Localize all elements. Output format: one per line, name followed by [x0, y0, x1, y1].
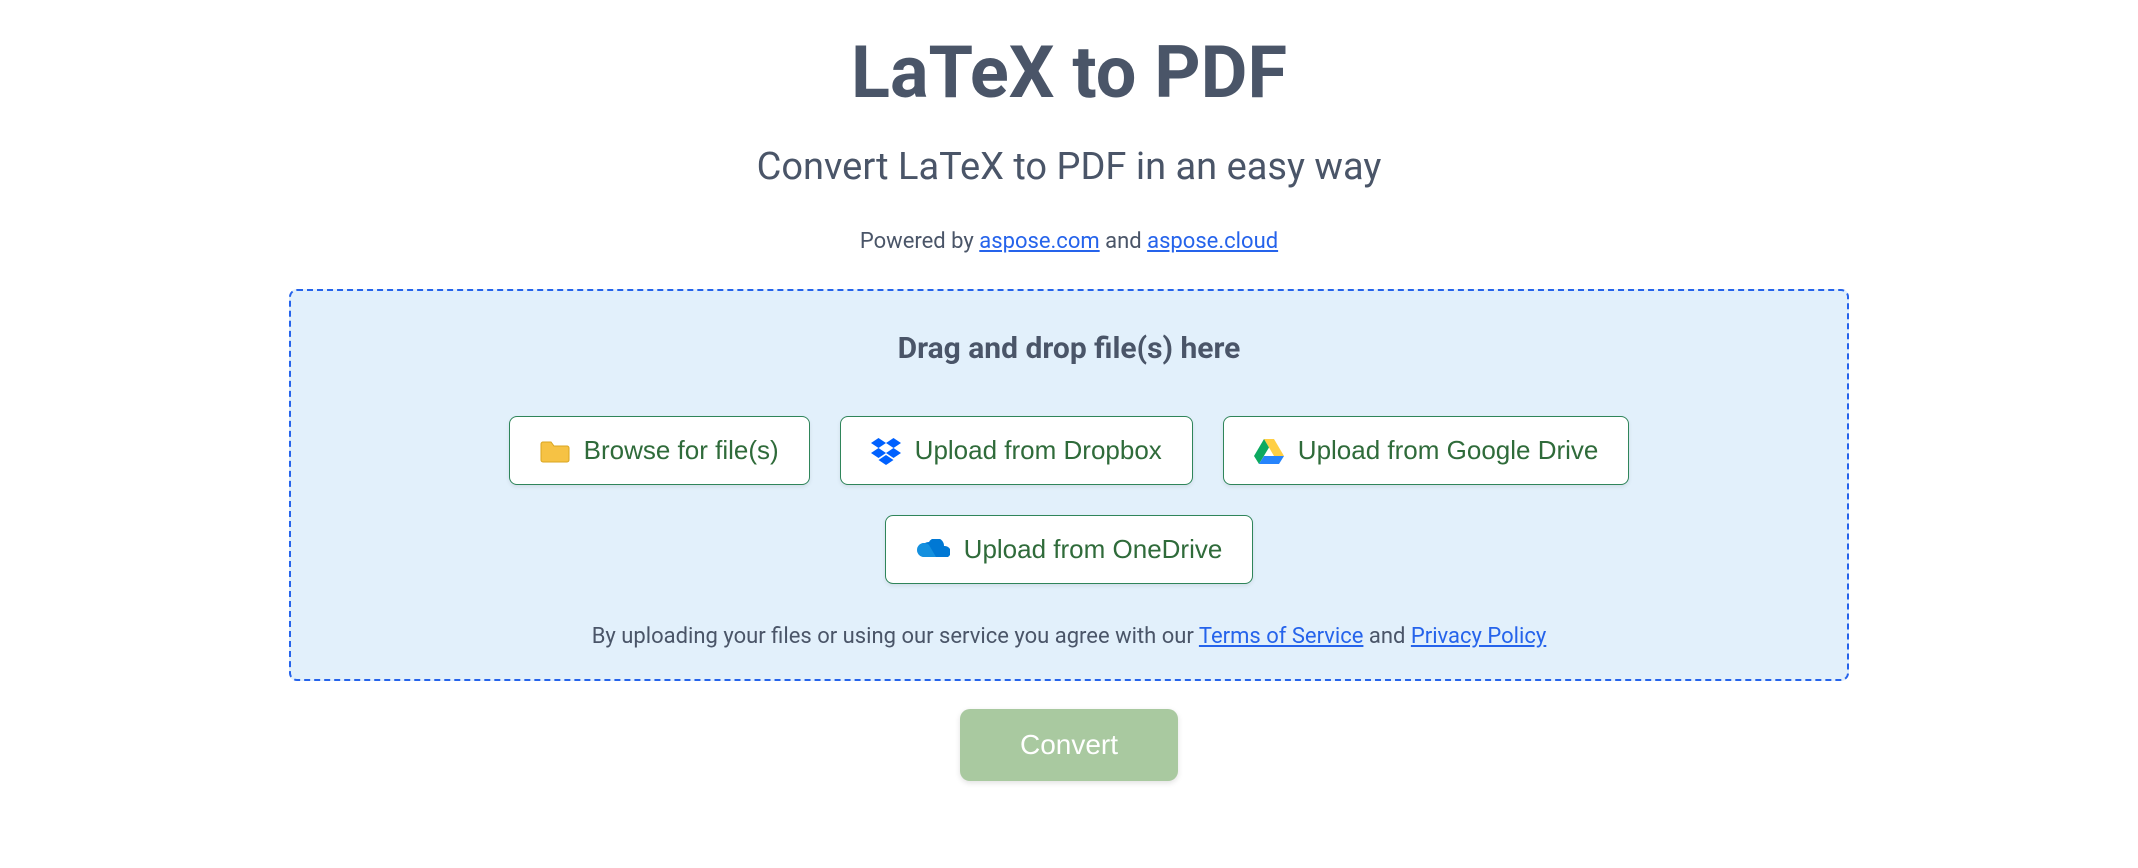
browse-files-button[interactable]: Browse for file(s) [509, 416, 810, 485]
terms-prefix: By uploading your files or using our ser… [592, 624, 1199, 649]
terms-of-service-link[interactable]: Terms of Service [1199, 624, 1364, 649]
upload-buttons-row: Browse for file(s) Upload from Dropbox U… [341, 416, 1797, 584]
dropzone[interactable]: Drag and drop file(s) here Browse for fi… [289, 289, 1849, 681]
page-title: LaTeX to PDF [289, 30, 1849, 115]
powered-by: Powered by aspose.com and aspose.cloud [289, 229, 1849, 254]
upload-dropbox-label: Upload from Dropbox [915, 435, 1162, 466]
aspose-cloud-link[interactable]: aspose.cloud [1147, 229, 1278, 254]
onedrive-icon [916, 539, 950, 561]
terms-text: By uploading your files or using our ser… [341, 624, 1797, 649]
google-drive-icon [1254, 437, 1284, 465]
upload-dropbox-button[interactable]: Upload from Dropbox [840, 416, 1193, 485]
browse-files-label: Browse for file(s) [584, 435, 779, 466]
folder-icon [540, 438, 570, 464]
powered-prefix: Powered by [860, 229, 979, 254]
upload-onedrive-label: Upload from OneDrive [964, 534, 1223, 565]
page-subtitle: Convert LaTeX to PDF in an easy way [289, 145, 1849, 189]
upload-onedrive-button[interactable]: Upload from OneDrive [885, 515, 1254, 584]
convert-button[interactable]: Convert [960, 709, 1178, 781]
privacy-policy-link[interactable]: Privacy Policy [1411, 624, 1546, 649]
upload-gdrive-label: Upload from Google Drive [1298, 435, 1599, 466]
dropzone-title: Drag and drop file(s) here [341, 331, 1797, 366]
aspose-com-link[interactable]: aspose.com [979, 229, 1099, 254]
terms-middle: and [1363, 624, 1410, 649]
powered-middle: and [1100, 229, 1147, 254]
upload-gdrive-button[interactable]: Upload from Google Drive [1223, 416, 1630, 485]
dropbox-icon [871, 437, 901, 465]
